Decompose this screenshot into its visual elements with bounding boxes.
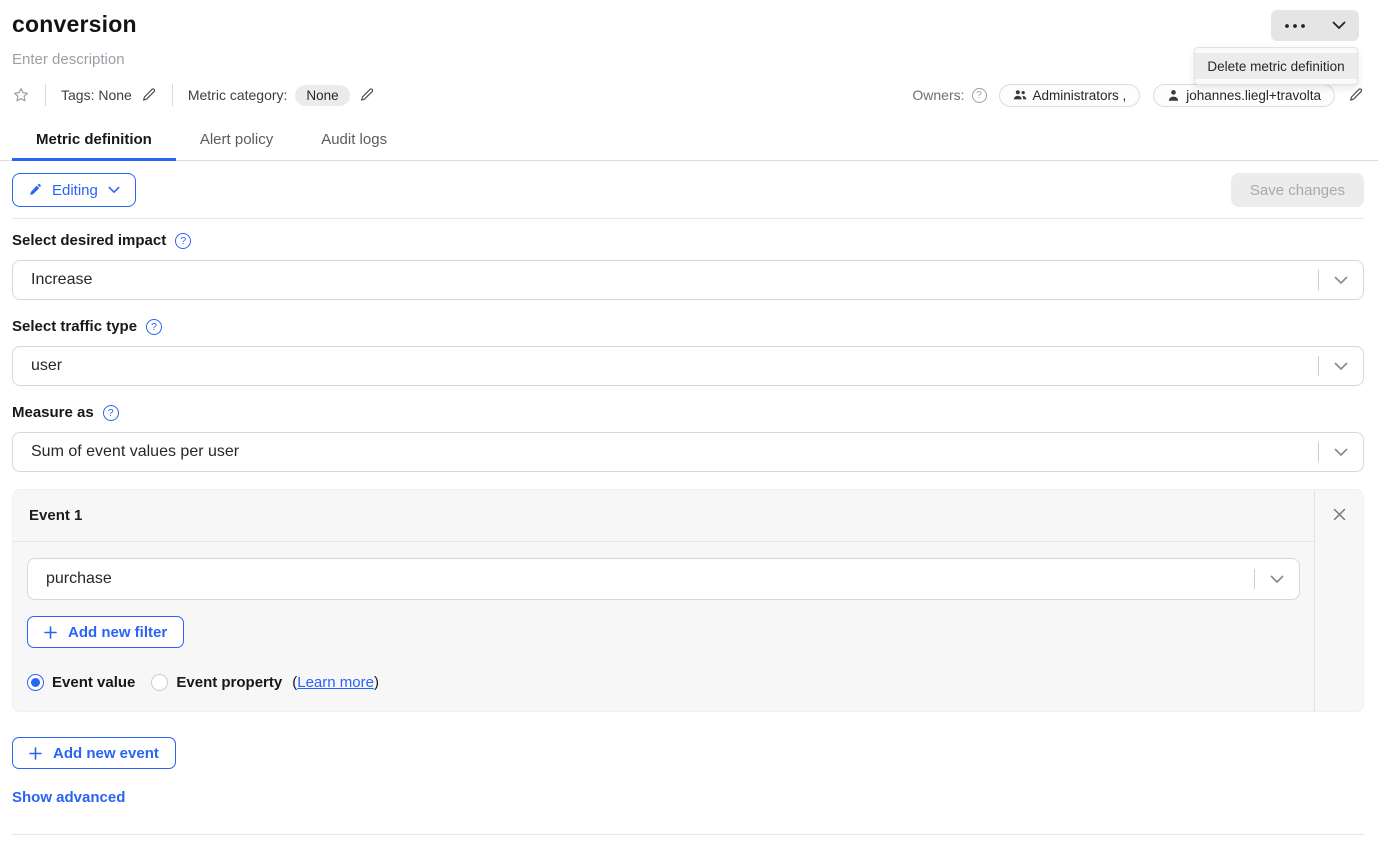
divider xyxy=(172,84,173,106)
desired-impact-label: Select desired impact xyxy=(12,232,166,249)
metric-definition-form: Select desired impact Increase Select tr… xyxy=(0,232,1378,807)
selected-value: user xyxy=(13,357,1318,375)
selected-value: Increase xyxy=(13,271,1318,289)
field-label-row: Select traffic type xyxy=(12,318,1364,335)
tab-metric-definition[interactable]: Metric definition xyxy=(12,130,176,160)
field-label-row: Select desired impact xyxy=(12,232,1364,249)
help-icon[interactable] xyxy=(146,319,162,335)
value-source-radio-group: Event value Event property (Learn more) xyxy=(27,674,1300,691)
add-new-event-button[interactable]: Add new event xyxy=(12,737,176,769)
event-card-main: Event 1 purchase Add new filter xyxy=(13,490,1314,711)
chevron-down-icon xyxy=(1255,575,1299,584)
add-new-filter-button[interactable]: Add new filter xyxy=(27,616,184,648)
pencil-filled-icon xyxy=(28,183,42,197)
owner-pill-user[interactable]: johannes.liegl+travolta xyxy=(1153,84,1335,107)
owners-help-icon[interactable] xyxy=(972,88,987,103)
desired-impact-select[interactable]: Increase xyxy=(12,260,1364,300)
radio-event-property[interactable]: Event property xyxy=(151,674,282,691)
radio-event-value[interactable]: Event value xyxy=(27,674,135,691)
bottom-divider xyxy=(12,834,1364,835)
learn-more-link[interactable]: Learn more xyxy=(297,674,374,691)
add-event-label: Add new event xyxy=(53,745,159,762)
owner-pill-administrators[interactable]: Administrators , xyxy=(999,84,1141,107)
plus-icon xyxy=(29,747,42,760)
traffic-type-label: Select traffic type xyxy=(12,318,137,335)
owner-name: Administrators , xyxy=(1033,88,1127,103)
close-icon xyxy=(1332,507,1347,522)
radio-unselected-icon xyxy=(151,674,168,691)
chevron-down-icon xyxy=(1332,21,1346,30)
save-changes-button[interactable]: Save changes xyxy=(1231,173,1364,207)
metric-definition-page: conversion Enter description Tags: None … xyxy=(0,0,1378,851)
actions-dropdown-toggle[interactable] xyxy=(1319,10,1359,41)
menu-item-delete-metric[interactable]: Delete metric definition xyxy=(1195,53,1357,79)
more-actions-button[interactable] xyxy=(1271,10,1319,41)
help-icon[interactable] xyxy=(175,233,191,249)
help-icon[interactable] xyxy=(103,405,119,421)
owners-section: Owners: Administrators , johannes.liegl+… xyxy=(912,84,1364,107)
measure-as-field: Measure as Sum of event values per user xyxy=(12,404,1364,472)
chevron-down-icon xyxy=(108,186,120,194)
ellipsis-icon xyxy=(1284,23,1306,29)
event-card-rail xyxy=(1314,490,1363,711)
pencil-icon xyxy=(1348,87,1364,103)
edit-owners-button[interactable] xyxy=(1348,87,1364,103)
event-card: Event 1 purchase Add new filter xyxy=(12,489,1364,712)
plus-icon xyxy=(44,626,57,639)
edit-metric-category-button[interactable] xyxy=(359,87,375,103)
pencil-icon xyxy=(359,87,375,103)
measure-as-label: Measure as xyxy=(12,404,94,421)
chevron-down-icon xyxy=(1319,276,1363,285)
traffic-type-select[interactable]: user xyxy=(12,346,1364,386)
event-card-body: purchase Add new filter xyxy=(13,542,1314,711)
desired-impact-field: Select desired impact Increase xyxy=(12,232,1364,300)
owners-label: Owners: xyxy=(912,87,964,103)
learn-more-wrap: (Learn more) xyxy=(292,674,379,691)
meta-row: Tags: None Metric category: None Owners: xyxy=(12,83,1364,107)
editing-label: Editing xyxy=(52,182,98,199)
person-icon xyxy=(1167,89,1180,102)
page-header: conversion Enter description Tags: None … xyxy=(0,0,1378,107)
header-actions-group xyxy=(1271,10,1359,41)
tab-bar: Metric definition Alert policy Audit log… xyxy=(0,130,1378,161)
page-title: conversion xyxy=(12,0,1364,38)
tab-alert-policy[interactable]: Alert policy xyxy=(176,130,297,160)
tags-label: Tags: None xyxy=(61,87,132,103)
actions-dropdown-menu: Delete metric definition xyxy=(1194,47,1358,85)
paren-close: ) xyxy=(374,674,379,691)
toolbar: Editing Save changes xyxy=(0,173,1378,207)
measure-as-select[interactable]: Sum of event values per user xyxy=(12,432,1364,472)
metric-category-value-badge: None xyxy=(295,85,349,106)
meta-left: Tags: None Metric category: None xyxy=(12,84,375,106)
toolbar-divider xyxy=(12,218,1364,219)
edit-tags-button[interactable] xyxy=(141,87,157,103)
pencil-icon xyxy=(141,87,157,103)
divider xyxy=(45,84,46,106)
remove-event-button[interactable] xyxy=(1332,507,1347,522)
field-label-row: Measure as xyxy=(12,404,1364,421)
chevron-down-icon xyxy=(1319,362,1363,371)
selected-event-name: purchase xyxy=(28,570,1254,588)
traffic-type-field: Select traffic type user xyxy=(12,318,1364,386)
chevron-down-icon xyxy=(1319,448,1363,457)
add-filter-label: Add new filter xyxy=(68,624,167,641)
radio-selected-icon xyxy=(27,674,44,691)
editing-mode-button[interactable]: Editing xyxy=(12,173,136,207)
radio-label: Event property xyxy=(176,674,282,691)
group-icon xyxy=(1013,89,1027,101)
show-advanced-link[interactable]: Show advanced xyxy=(12,789,125,806)
tab-audit-logs[interactable]: Audit logs xyxy=(297,130,411,160)
radio-label: Event value xyxy=(52,674,135,691)
selected-value: Sum of event values per user xyxy=(13,443,1318,461)
metric-category-label: Metric category: xyxy=(188,87,288,103)
owner-name: johannes.liegl+travolta xyxy=(1186,88,1321,103)
favorite-star-button[interactable] xyxy=(12,86,30,104)
star-icon xyxy=(12,86,30,104)
event-name-select[interactable]: purchase xyxy=(27,558,1300,600)
description-placeholder[interactable]: Enter description xyxy=(12,51,1364,68)
event-card-title: Event 1 xyxy=(13,490,1314,542)
